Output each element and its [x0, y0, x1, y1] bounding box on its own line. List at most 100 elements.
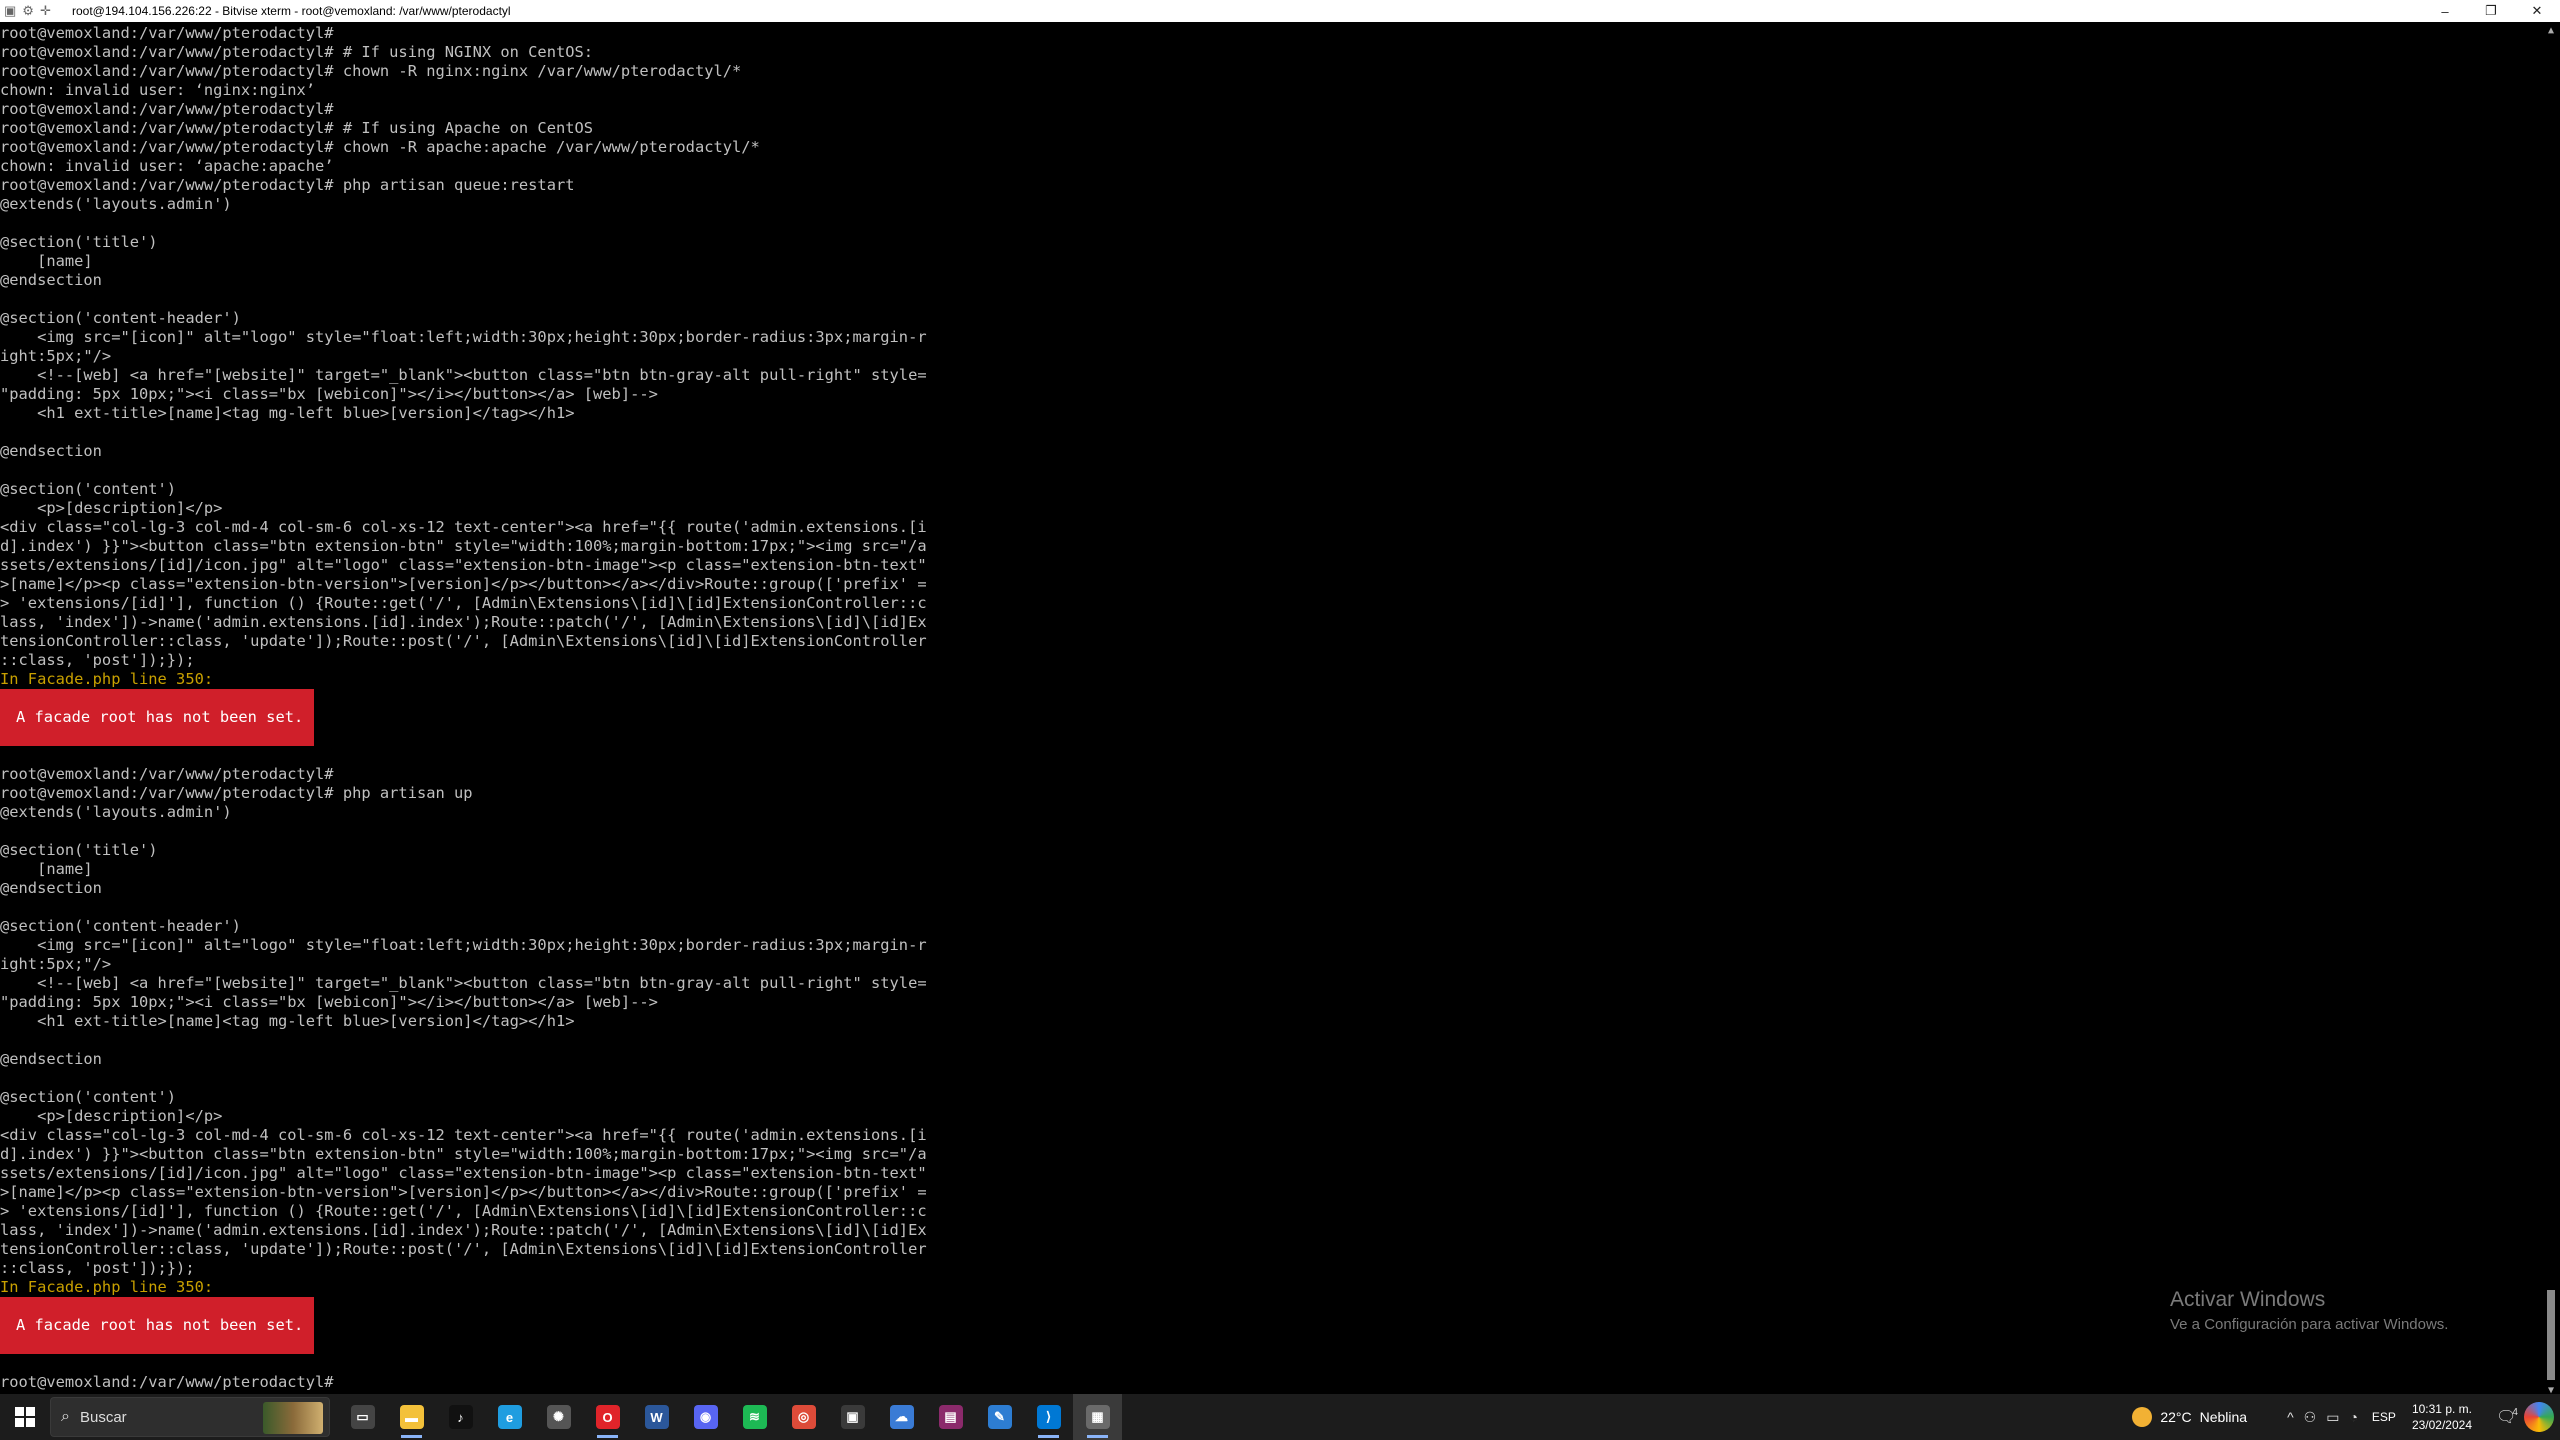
terminal-line: @endsection — [0, 442, 102, 460]
language-indicator[interactable]: ESP — [2372, 1410, 2396, 1424]
terminal-line: @endsection — [0, 271, 102, 289]
terminal-line: <!--[web] <a href="[website]" target="_b… — [0, 974, 927, 992]
terminal-line: <div class="col-lg-3 col-md-4 col-sm-6 c… — [0, 518, 927, 536]
terminal-line: @section('content-header') — [0, 917, 241, 935]
taskbar-app-spotify[interactable]: ≋ — [730, 1394, 779, 1440]
terminal-line: > 'extensions/[id]'], function () {Route… — [0, 1202, 927, 1220]
terminal-line: chown: invalid user: ‘apache:apache’ — [0, 157, 334, 175]
weather-widget[interactable]: 22°C Neblina — [2132, 1407, 2247, 1427]
terminal-scrollbar[interactable]: ▲ ▼ — [2542, 22, 2560, 1398]
terminal-line: @section('content') — [0, 480, 177, 498]
terminal-line: <img src="[icon]" alt="logo" style="floa… — [0, 936, 927, 954]
taskbar-search[interactable]: ⌕ Buscar — [50, 1397, 330, 1437]
terminal-line: tensionController::class, 'update']);Rou… — [0, 632, 927, 650]
taskbar-app-opera[interactable]: O — [583, 1394, 632, 1440]
copilot-icon[interactable] — [2524, 1402, 2554, 1432]
terminal-line: <p>[description]</p> — [0, 499, 223, 517]
terminal-line: root@vemoxland:/var/www/pterodactyl# — [0, 100, 334, 118]
terminal-line: ::class, 'post']);}); — [0, 651, 195, 669]
taskbar-app-file-explorer[interactable]: ▬ — [387, 1394, 436, 1440]
terminal-line: <!--[web] <a href="[website]" target="_b… — [0, 366, 927, 384]
volume-icon[interactable]: ◔ — [2349, 1409, 2357, 1426]
notification-center-button[interactable]: 🗨 4 — [2490, 1407, 2524, 1427]
taskbar-app-edge[interactable]: e — [485, 1394, 534, 1440]
terminal-line: In Facade.php line 350: — [0, 670, 214, 688]
terminal-line: <p>[description]</p> — [0, 1107, 223, 1125]
terminal-line: <img src="[icon]" alt="logo" style="floa… — [0, 328, 927, 346]
tray-icons: ^ ⚇ ▭ ◔ — [2287, 1409, 2358, 1426]
taskbar-app-word[interactable]: W — [632, 1394, 681, 1440]
clock[interactable]: 10:31 p. m. 23/02/2024 — [2412, 1401, 2472, 1433]
error-message: A facade root has not been set. — [0, 689, 314, 746]
taskbar-app-cloud-app[interactable]: ☁ — [877, 1394, 926, 1440]
winrar-icon: ▤ — [938, 1405, 963, 1429]
terminal-line: lass, 'index'])->name('admin.extensions.… — [0, 613, 927, 631]
clock-date: 23/02/2024 — [2411, 1418, 2472, 1432]
weather-desc: Neblina — [2199, 1409, 2248, 1425]
terminal-line: @section('title') — [0, 233, 158, 251]
taskbar-app-winrar[interactable]: ▤ — [926, 1394, 975, 1440]
minimize-button[interactable]: – — [2422, 0, 2468, 22]
taskbar-app-bitvise-xterm[interactable]: ▦ — [1073, 1394, 1122, 1440]
tiktok-icon: ♪ — [448, 1405, 473, 1429]
terminal-line: d].index') }}"><button class="btn extens… — [0, 1145, 927, 1163]
taskbar: ⌕ Buscar ▭ ▬ ♪ e ✺ O W ◉ ≋ ◎ ▣ ☁ ▤ ✎ ⟩ ▦ 22°C Neblina ^… — [0, 1394, 2560, 1440]
bitvise-xterm-icon: ▦ — [1085, 1405, 1110, 1429]
terminal-line: "padding: 5px 10px;"><i class="bx [webic… — [0, 993, 658, 1011]
taskbar-app-discord[interactable]: ◉ — [681, 1394, 730, 1440]
network-status-icon[interactable]: ⚇ — [2304, 1409, 2317, 1426]
terminal-line: ssets/extensions/[id]/icon.jpg" alt="log… — [0, 556, 927, 574]
display-icon[interactable]: ▭ — [2326, 1409, 2339, 1426]
terminal-line: <div class="col-lg-3 col-md-4 col-sm-6 c… — [0, 1126, 927, 1144]
new-window-icon[interactable]: ✛ — [40, 3, 51, 19]
window-title-bar[interactable]: ▣ ⚙ ✛ root@194.104.156.226:22 - Bitvise … — [0, 0, 2560, 22]
taskbar-app-terminal-app[interactable]: ▣ — [828, 1394, 877, 1440]
terminal-line: @endsection — [0, 879, 102, 897]
taskbar-app-chrome[interactable]: ◎ — [779, 1394, 828, 1440]
notification-badge: 4 — [2512, 1407, 2518, 1418]
terminal-line: root@vemoxland:/var/www/pterodactyl# # I… — [0, 43, 594, 61]
cloud-app-icon: ☁ — [889, 1405, 914, 1429]
show-hidden-icons-icon[interactable]: ^ — [2287, 1409, 2294, 1426]
restore-button[interactable]: ❐ — [2468, 0, 2514, 22]
terminal-line: @section('content') — [0, 1088, 177, 1106]
chrome-icon: ◎ — [791, 1405, 816, 1429]
terminal-line: root@vemoxland:/var/www/pterodactyl# php… — [0, 176, 575, 194]
terminal-line: In Facade.php line 350: — [0, 1278, 214, 1296]
terminal-line: ight:5px;"/> — [0, 347, 112, 365]
terminal-line: [name] — [0, 860, 93, 878]
windows-logo-icon — [15, 1407, 35, 1427]
terminal-line: @section('content-header') — [0, 309, 241, 327]
terminal-line: ight:5px;"/> — [0, 955, 112, 973]
taskbar-app-task-view[interactable]: ▭ — [338, 1394, 387, 1440]
vscode-icon: ⟩ — [1036, 1405, 1061, 1429]
start-button[interactable] — [0, 1394, 50, 1440]
terminal-line: <h1 ext-title>[name]<tag mg-left blue>[v… — [0, 1012, 575, 1030]
terminal-line: > 'extensions/[id]'], function () {Route… — [0, 594, 927, 612]
taskbar-app-tiktok[interactable]: ♪ — [436, 1394, 485, 1440]
word-icon: W — [644, 1405, 669, 1429]
settings-icon[interactable]: ⚙ — [22, 3, 34, 19]
app-icon[interactable]: ▣ — [4, 3, 16, 19]
terminal-line: lass, 'index'])->name('admin.extensions.… — [0, 1221, 927, 1239]
terminal-line: root@vemoxland:/var/www/pterodactyl# # I… — [0, 119, 594, 137]
terminal-line: root@vemoxland:/var/www/pterodactyl# cho… — [0, 62, 742, 80]
terminal-line: chown: invalid user: ‘nginx:nginx’ — [0, 81, 316, 99]
scroll-up-arrow-icon[interactable]: ▲ — [2542, 22, 2560, 38]
taskbar-app-vscode[interactable]: ⟩ — [1024, 1394, 1073, 1440]
weather-icon — [2132, 1407, 2153, 1427]
taskbar-app-chatgpt[interactable]: ✺ — [534, 1394, 583, 1440]
scrollbar-thumb[interactable] — [2547, 1290, 2555, 1380]
close-button[interactable]: ✕ — [2514, 0, 2560, 22]
taskbar-app-visual-studio[interactable]: ✎ — [975, 1394, 1024, 1440]
terminal-line: root@vemoxland:/var/www/pterodactyl# — [0, 24, 334, 42]
terminal-line: [name] — [0, 252, 93, 270]
search-icon: ⌕ — [61, 1408, 70, 1425]
terminal-output[interactable]: root@vemoxland:/var/www/pterodactyl# root… — [0, 24, 2540, 1394]
